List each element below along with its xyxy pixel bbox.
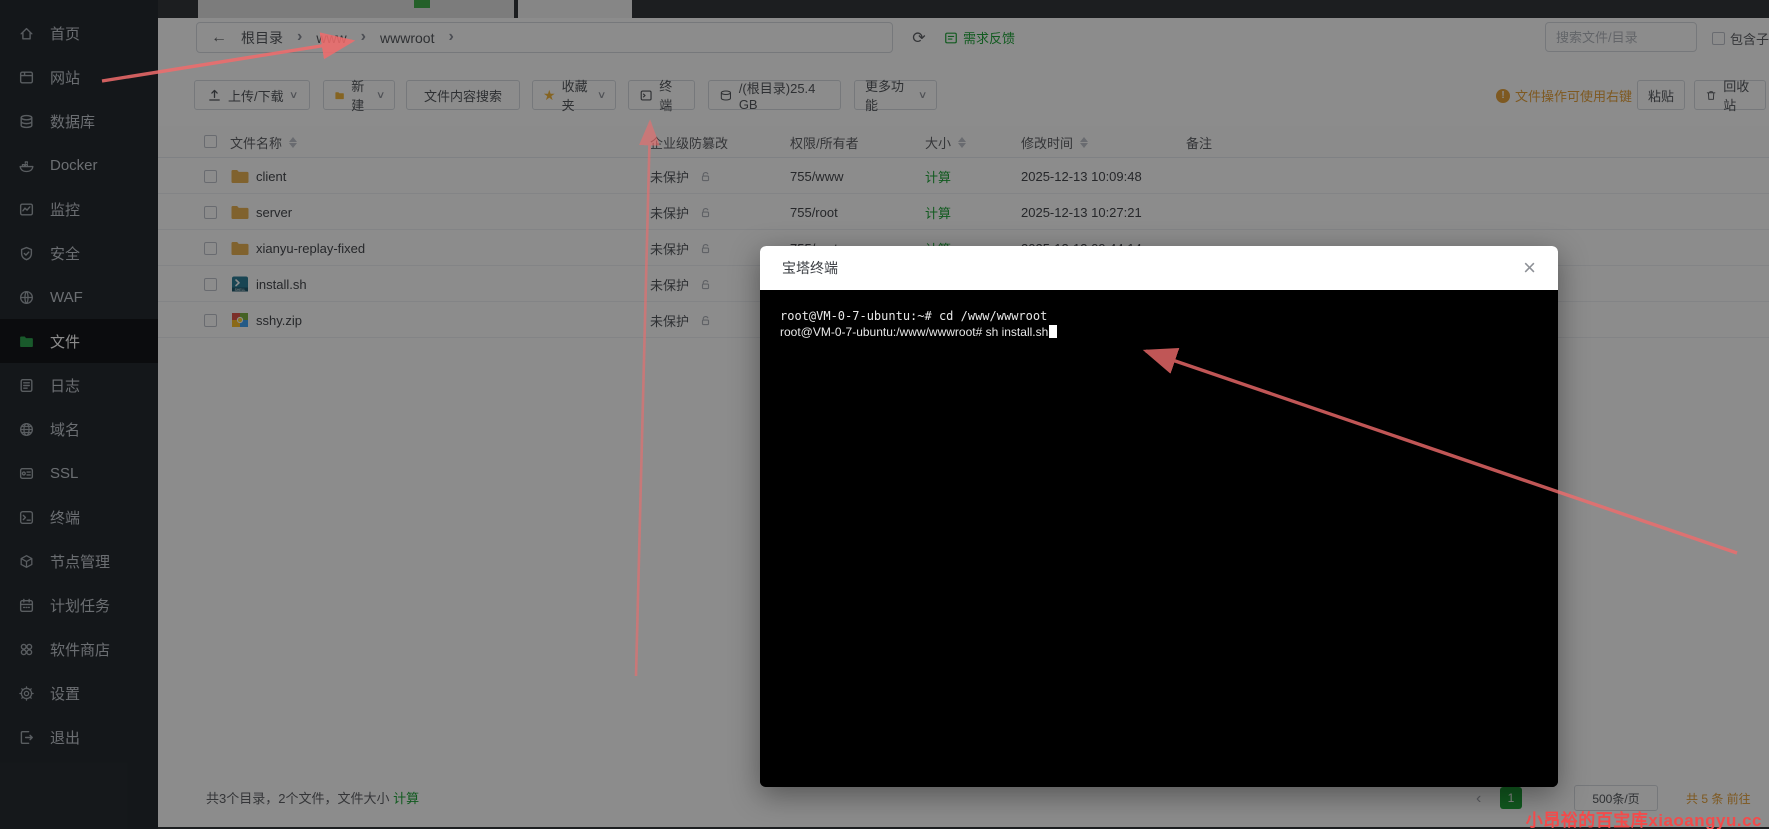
terminal-modal-header: 宝塔终端 × <box>760 246 1558 290</box>
close-icon[interactable]: × <box>1523 257 1536 279</box>
terminal-modal: 宝塔终端 × root@VM-0-7-ubuntu:~# cd /www/www… <box>760 246 1558 787</box>
baota-file-manager: 首页 网站 数据库 Docker 监控 安全 WAF 文件 日志 域名 SSL … <box>0 0 1769 829</box>
watermark: 小昂裕的百宝库xiaoangyu.cc <box>1525 811 1762 829</box>
terminal-line: root@VM-0-7-ubuntu:/www/wwwroot# sh inst… <box>780 324 1538 341</box>
terminal-modal-title: 宝塔终端 <box>782 260 838 276</box>
terminal-line: root@VM-0-7-ubuntu:~# cd /www/wwwroot <box>780 309 1048 323</box>
terminal-cursor <box>1049 324 1058 338</box>
terminal-line-text: root@VM-0-7-ubuntu:/www/wwwroot# sh inst… <box>780 324 1049 339</box>
terminal-screen[interactable]: root@VM-0-7-ubuntu:~# cd /www/wwwroot ro… <box>760 290 1558 787</box>
